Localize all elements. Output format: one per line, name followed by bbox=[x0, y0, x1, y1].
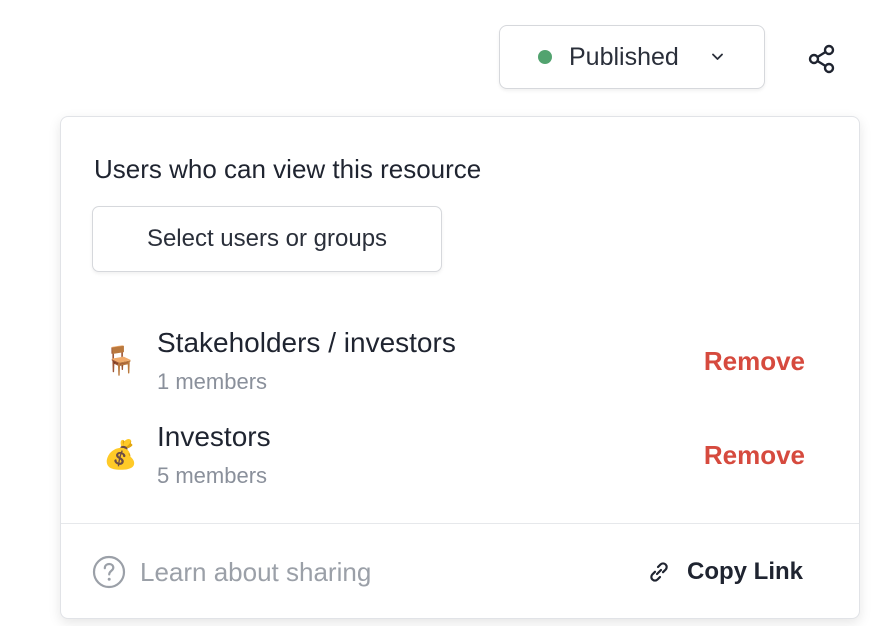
member-count: 5 members bbox=[157, 463, 268, 488]
chevron-down-icon bbox=[712, 53, 723, 60]
panel-title: Users who can view this resource bbox=[94, 154, 482, 184]
member-row: 🪑 Stakeholders / investors 1 members Rem… bbox=[61, 321, 861, 401]
copy-link-button[interactable]: Copy Link bbox=[647, 558, 803, 586]
member-row: 💰 Investors 5 members Remove bbox=[61, 415, 861, 495]
member-name: Investors bbox=[157, 421, 271, 452]
sharing-panel: Users who can view this resource Select … bbox=[60, 116, 860, 619]
learn-about-sharing-link[interactable]: Learn about sharing bbox=[92, 555, 371, 589]
money-bag-icon: 💰 bbox=[103, 439, 138, 470]
select-users-button[interactable]: Select users or groups bbox=[92, 206, 442, 272]
footer-divider bbox=[61, 523, 859, 524]
share-icon[interactable] bbox=[806, 43, 838, 75]
link-icon bbox=[650, 562, 668, 582]
member-name: Stakeholders / investors bbox=[157, 327, 456, 358]
status-dropdown[interactable]: Published bbox=[499, 25, 765, 89]
learn-about-sharing-label: Learn about sharing bbox=[140, 556, 372, 587]
member-count: 1 members bbox=[157, 369, 268, 394]
status-label: Published bbox=[569, 42, 679, 71]
remove-button[interactable]: Remove bbox=[704, 346, 805, 377]
sharing-popover-screen: Published Users who can view this resour… bbox=[0, 0, 884, 626]
chair-icon: 🪑 bbox=[103, 345, 138, 376]
status-dot bbox=[538, 50, 552, 64]
help-circle-icon bbox=[92, 555, 126, 589]
copy-link-label: Copy Link bbox=[686, 558, 803, 585]
remove-button[interactable]: Remove bbox=[704, 440, 805, 471]
